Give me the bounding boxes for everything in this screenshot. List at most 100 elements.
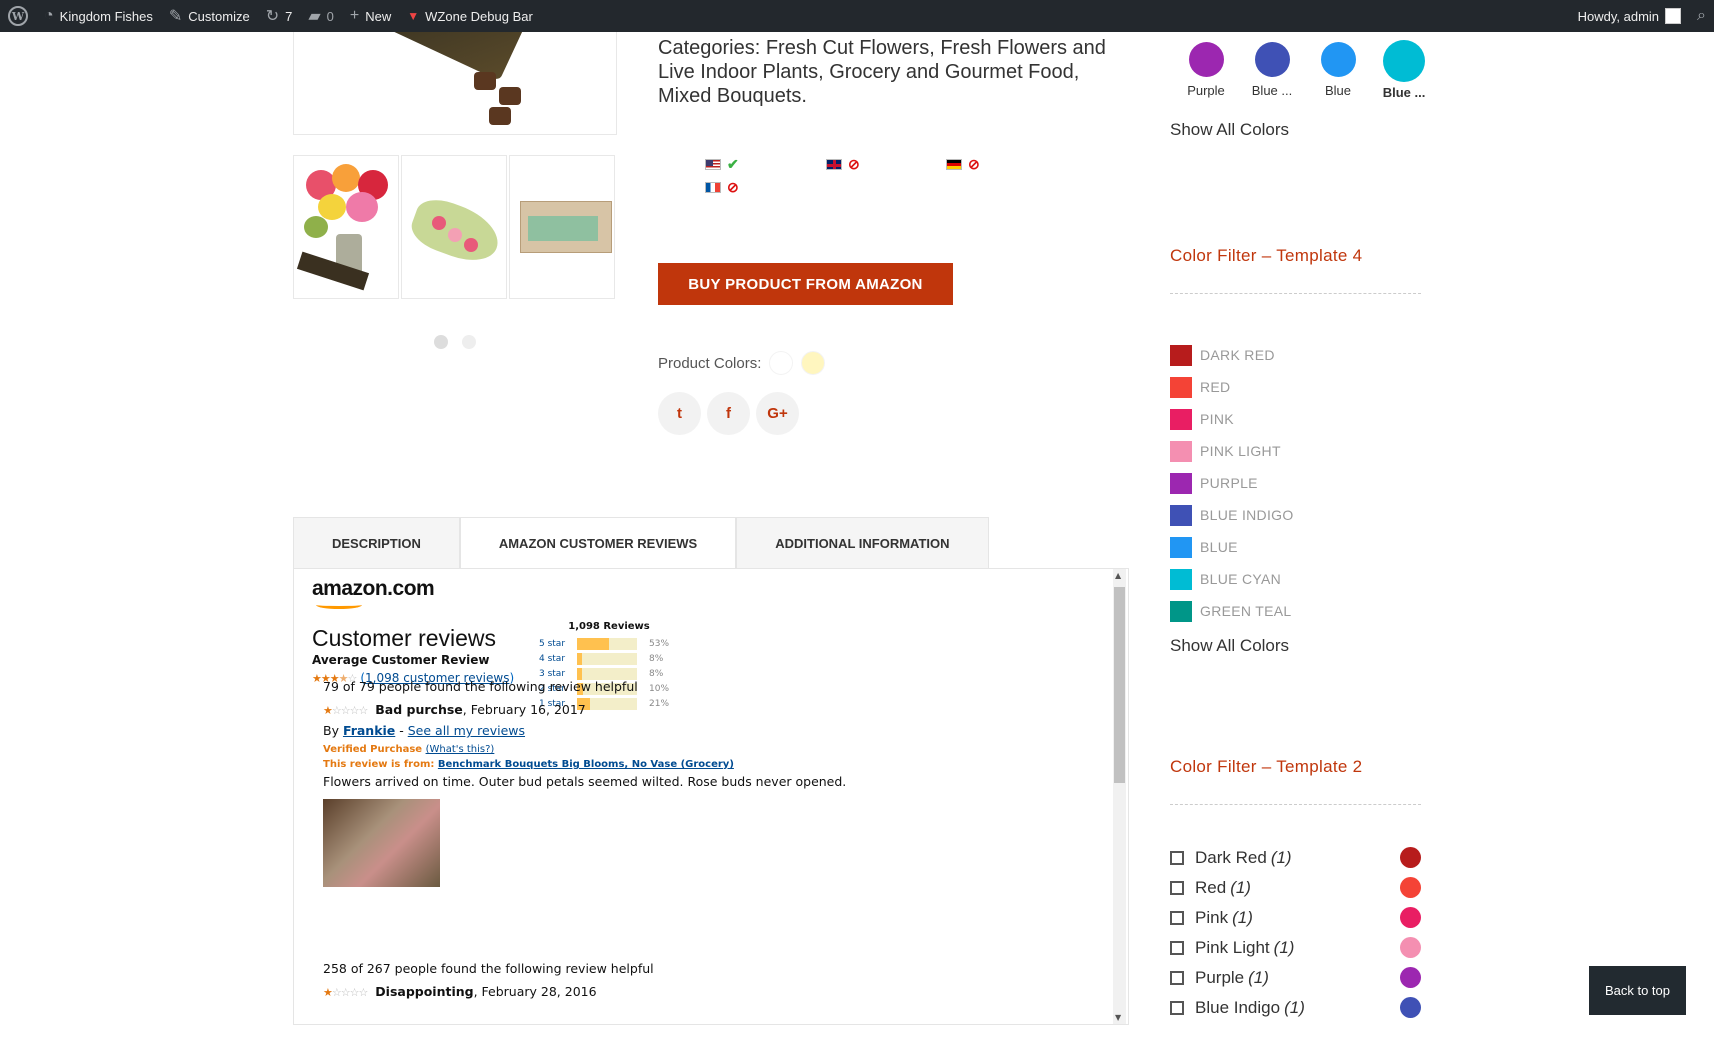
histogram-star-label[interactable]: 3 star [539,669,577,679]
color-swatch-blue[interactable]: Blue [1308,40,1368,100]
color-filter-checkbox-item[interactable]: Pink Light (1) [1170,933,1421,963]
gallery-dot[interactable] [462,335,476,349]
color-filter-label: GREEN TEAL [1200,603,1292,619]
color-filter-item[interactable]: BLUE INDIGO [1170,499,1294,531]
thumbnail-3[interactable] [509,155,615,299]
product-color-swatch[interactable] [769,351,794,375]
review-photo[interactable] [323,799,440,887]
color-filter-count: (1) [1248,968,1269,987]
market-fr[interactable]: ⊘ [705,179,739,196]
product-link[interactable]: Benchmark Bouquets Big Blooms, No Vase (… [438,759,734,770]
product-color-swatch[interactable] [801,351,826,375]
checkbox[interactable] [1170,941,1184,955]
gallery-dot[interactable] [434,335,448,349]
chocolate-piece [474,72,496,90]
color-filter-label: Red [1195,878,1227,897]
color-filter-checkbox-item[interactable]: Red (1) [1170,873,1421,903]
dashboard-icon: ◔ [44,7,54,24]
comments-menu[interactable]: ▰ 0 [300,0,342,32]
color-filter-count: (1) [1232,908,1253,927]
color-filter-item[interactable]: PINK [1170,403,1294,435]
flower [448,228,462,242]
swatch-circle [1254,42,1290,77]
histogram-star-label[interactable]: 4 star [539,654,577,664]
color-filter-item[interactable]: RED [1170,371,1294,403]
reviews-scrollbar[interactable]: ▲ ▼ [1113,569,1126,1024]
color-circle [1400,847,1421,868]
color-swatch-purple[interactable]: Purple [1176,40,1236,100]
from-label: This review is from: [323,759,438,770]
flower [318,194,346,220]
reviews-frame[interactable]: amazon.com Customer reviews Average Cust… [293,568,1129,1025]
market-de[interactable]: ⊘ [946,156,980,173]
show-all-colors-link[interactable]: Show All Colors [1170,120,1289,140]
checkbox[interactable] [1170,911,1184,925]
color-filter-label: PINK LIGHT [1200,443,1281,459]
histogram-bar [577,637,637,650]
whats-this-link[interactable]: (What's this?) [426,744,495,755]
scroll-thumb[interactable] [1114,587,1125,783]
customize-menu[interactable]: ✎ Customize [161,0,258,32]
color-filter-item[interactable]: PINK LIGHT [1170,435,1294,467]
checkbox[interactable] [1170,971,1184,985]
color-filter-count: (1) [1273,938,1295,957]
color-filter-label: RED [1200,379,1231,395]
my-account-menu[interactable]: Howdy, admin [1570,0,1689,32]
thumbnail-2[interactable] [401,155,507,299]
histogram-star-label[interactable]: 5 star [539,639,577,649]
debug-bar-menu[interactable]: ▼ WZone Debug Bar [399,0,541,32]
updates-menu[interactable]: ↻ 7 [258,0,301,32]
site-name-menu[interactable]: ◔ Kingdom Fishes [36,0,161,32]
tab-additional-information[interactable]: ADDITIONAL INFORMATION [736,517,989,569]
color-filter-checkbox-item[interactable]: Dark Red (1) [1170,843,1421,873]
review-author-link[interactable]: Frankie [343,723,395,738]
facebook-icon[interactable]: f [707,392,750,435]
histogram-row[interactable]: 4 star 8% [539,651,679,666]
verified-purchase: Verified Purchase (What's this?) [323,744,846,755]
color-filter-item[interactable]: BLUE [1170,531,1294,563]
new-content-menu[interactable]: + New [342,0,399,32]
scroll-down-icon[interactable]: ▼ [1115,1013,1121,1022]
amazon-smile-icon [316,601,362,609]
widget-title-template-2: Color Filter – Template 2 [1170,757,1363,776]
twitter-icon[interactable]: t [658,392,701,435]
color-filter-item[interactable]: GREEN TEAL [1170,595,1294,627]
color-filter-item[interactable]: PURPLE [1170,467,1294,499]
tab-description[interactable]: DESCRIPTION [293,517,460,569]
checkbox[interactable] [1170,1001,1184,1015]
color-filter-count: (1) [1270,848,1292,867]
scroll-up-icon[interactable]: ▲ [1115,571,1121,580]
color-swatch-blue-cyan[interactable]: Blue ... [1374,40,1434,100]
show-all-colors-link[interactable]: Show All Colors [1170,636,1289,656]
available-check-icon: ✔ [727,156,739,172]
customer-reviews-title: Customer reviews [312,625,497,651]
product-main-image[interactable] [293,32,617,135]
color-filter-checkbox-item[interactable]: Purple (1) [1170,963,1421,993]
color-filter-label: BLUE CYAN [1200,571,1282,587]
widget-divider [1170,804,1421,805]
color-filter-checkbox-item[interactable]: Pink (1) [1170,903,1421,933]
checkbox[interactable] [1170,851,1184,865]
color-circle [1400,877,1421,898]
color-filter-checkbox-item[interactable]: Blue Indigo (1) [1170,993,1421,1023]
back-to-top-button[interactable]: Back to top [1589,966,1686,1015]
color-filter-item[interactable]: DARK RED [1170,339,1294,371]
checkbox[interactable] [1170,881,1184,895]
see-all-reviews-link[interactable]: See all my reviews [408,723,525,738]
color-filter-label: Dark Red [1195,848,1267,867]
avatar [1665,8,1682,24]
color-filter-item[interactable]: BLUE CYAN [1170,563,1294,595]
leaf [304,216,328,238]
buy-from-amazon-button[interactable]: BUY PRODUCT FROM AMAZON [658,263,953,305]
search-menu[interactable]: ⌕ [1689,0,1714,32]
review-byline: By Frankie - See all my reviews [323,723,846,738]
market-us[interactable]: ✔ [705,156,739,173]
google-plus-icon[interactable]: G+ [756,392,799,435]
thumbnail-1[interactable] [293,155,399,299]
review-heading: ★☆☆☆☆ Disappointing, February 28, 2016 [323,984,654,999]
tab-amazon-reviews[interactable]: AMAZON CUSTOMER REVIEWS [459,517,737,569]
histogram-row[interactable]: 5 star 53% [539,636,679,651]
color-swatch-blue-indigo[interactable]: Blue ... [1242,40,1302,100]
wp-logo-menu[interactable]: W [0,0,36,32]
market-uk[interactable]: ⊘ [826,156,860,173]
